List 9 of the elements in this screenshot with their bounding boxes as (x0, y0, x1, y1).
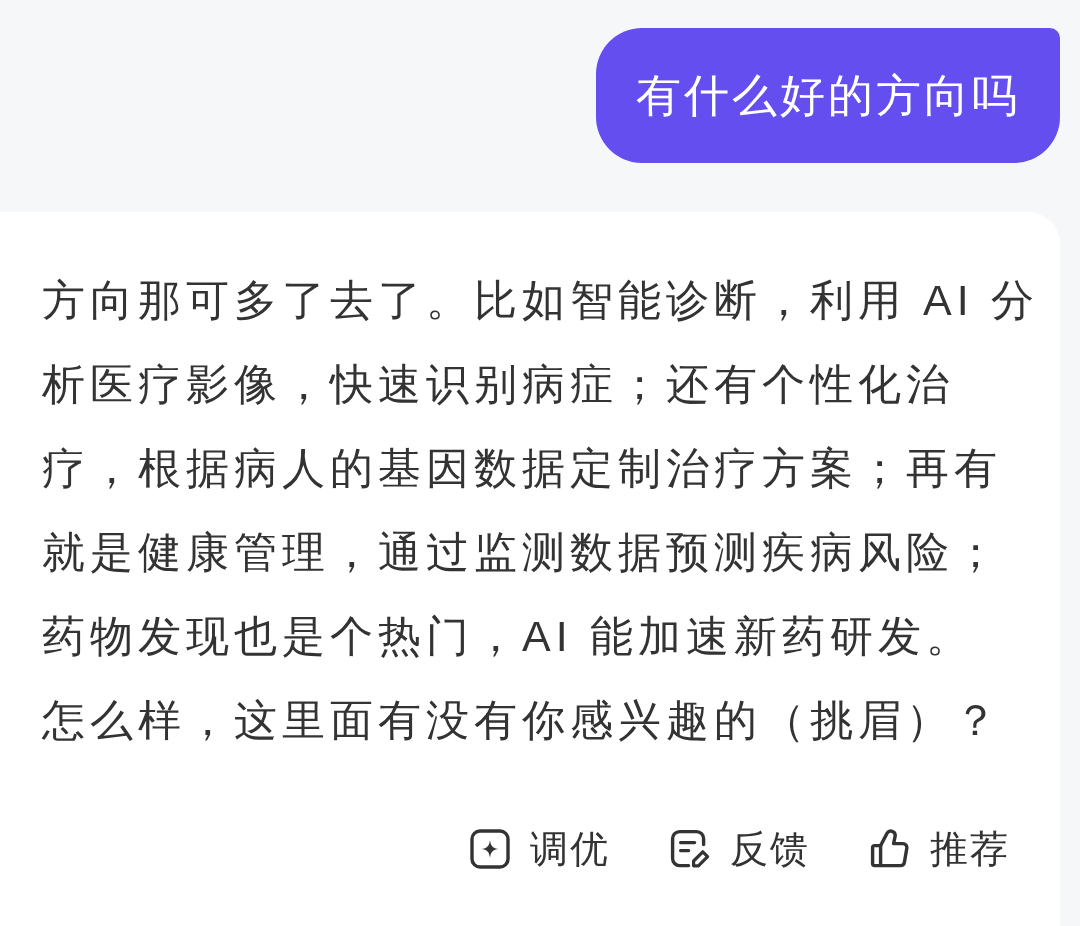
document-pencil-icon (670, 829, 710, 869)
thumbs-up-icon (870, 829, 910, 869)
sparkle-square-icon (470, 829, 510, 869)
user-message-bubble: 有什么好的方向吗 (596, 28, 1060, 163)
recommend-button[interactable]: 推荐 (870, 824, 1010, 874)
tune-button[interactable]: 调优 (470, 824, 610, 874)
reply-text: 怎么样，这里面有没有你感兴趣的（挑眉）？ (42, 695, 1003, 746)
reply-text: 方向那可多了去了。比如智能诊断，利用 AI 分析医疗影像，快速识别病症；还有个性化治疗，根据病人的基因数据定制治疗方案；再有就是健康管理，通过监测数据预测疾病风险；药物发现也是个热门，AI 能加速新药研发。 (42, 275, 1040, 662)
feedback-button[interactable]: 反馈 (670, 824, 810, 874)
